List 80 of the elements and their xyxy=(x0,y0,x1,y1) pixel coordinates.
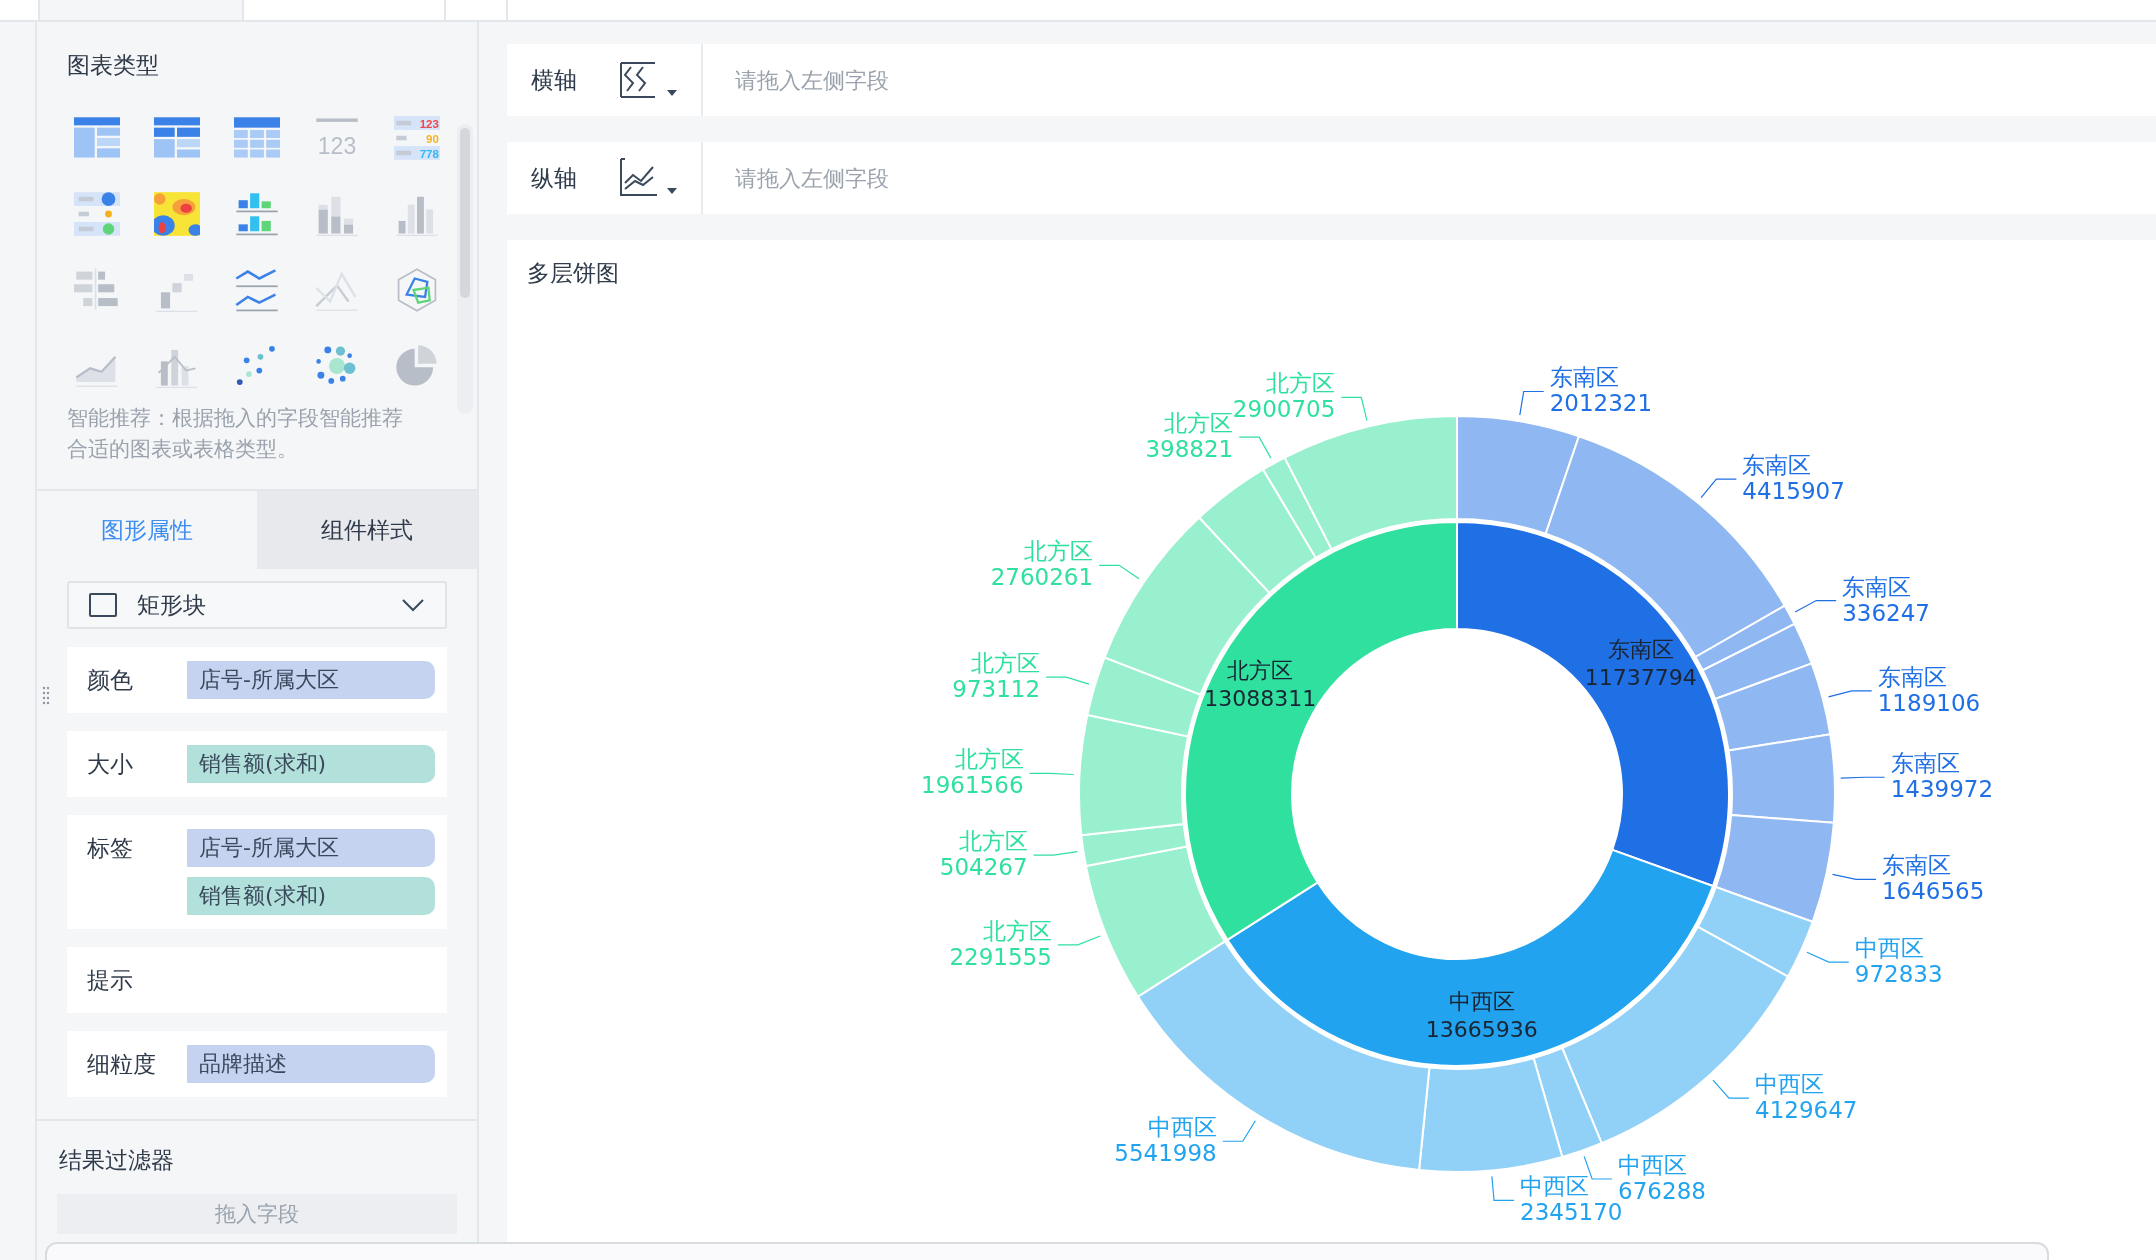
multi-line-icon[interactable] xyxy=(234,267,280,313)
outer-ring-segment[interactable] xyxy=(1694,604,1796,672)
segment-label: 北方区 2291555 xyxy=(949,917,1052,970)
segment-label: 东南区 4415907 xyxy=(1742,452,1845,505)
segment-label: 北方区 973112 xyxy=(952,650,1041,703)
leader-line xyxy=(1340,396,1368,422)
property-tab[interactable]: 组件样式 xyxy=(257,491,477,569)
leader-line xyxy=(1519,390,1545,416)
inner-ring-segment[interactable] xyxy=(1226,848,1714,1067)
section-title: 结果过滤器 xyxy=(58,1146,175,1175)
leader-line xyxy=(1491,1175,1515,1201)
recommendation-hint: 智能推荐：根据拖入的字段智能推荐合适的图表或表格类型。 xyxy=(66,405,404,463)
drag-handle-icon[interactable] xyxy=(42,686,50,706)
leader-line xyxy=(1238,436,1272,459)
property-label: 大小 xyxy=(87,750,134,779)
leader-line xyxy=(1840,776,1886,779)
scrollbar[interactable] xyxy=(457,124,473,414)
property-label: 提示 xyxy=(87,966,134,995)
leader-line xyxy=(1831,873,1877,880)
segment-label: 北方区 398821 xyxy=(1145,410,1234,463)
dot-list-icon[interactable] xyxy=(74,191,120,237)
property-label: 颜色 xyxy=(87,666,134,695)
segment-label: 中西区 4129647 xyxy=(1755,1071,1858,1124)
heatmap-icon[interactable] xyxy=(154,191,200,237)
segment-label: 中西区 972833 xyxy=(1854,935,1943,988)
inner-ring-segment[interactable] xyxy=(1184,521,1458,941)
horizontal-bar-icon[interactable] xyxy=(74,267,120,313)
section-title: 图表类型 xyxy=(66,51,160,80)
outer-ring-segment[interactable] xyxy=(1727,733,1836,824)
leader-line xyxy=(1028,772,1075,776)
field-pill[interactable]: 品牌描述 xyxy=(187,1045,435,1083)
axis-label: 横轴 xyxy=(531,65,578,95)
cross-table-icon[interactable] xyxy=(154,115,200,161)
leader-line xyxy=(1806,951,1850,963)
segment-label: 东南区 1646565 xyxy=(1881,852,1985,905)
segment-label: 东南区 1439972 xyxy=(1890,750,1994,803)
segment-label: 北方区 2900705 xyxy=(1232,370,1336,423)
field-pill[interactable]: 店号-所属大区 xyxy=(187,661,435,699)
outer-ring-segment[interactable] xyxy=(1714,814,1835,923)
field-pill[interactable]: 销售额(求和) xyxy=(187,745,435,783)
segment-label: 北方区 2760261 xyxy=(990,538,1094,591)
segment-label: 东南区 1189106 xyxy=(1877,663,1981,716)
leader-line xyxy=(1827,690,1873,698)
mark-type-dropdown[interactable]: 矩形块 xyxy=(67,581,447,629)
leader-line xyxy=(1057,935,1101,946)
leader-line xyxy=(1222,1120,1256,1142)
property-label: 细粒度 xyxy=(87,1050,157,1079)
segment-label: 东南区 336247 xyxy=(1842,573,1930,626)
leader-line xyxy=(1033,850,1078,856)
field-pill[interactable]: 店号-所属大区 xyxy=(187,829,435,867)
leader-line xyxy=(1712,1079,1750,1099)
axis-label: 纵轴 xyxy=(531,163,578,193)
rectangle-icon xyxy=(89,593,117,617)
outer-ring-segment[interactable] xyxy=(1456,415,1580,535)
segment-label: 东南区 11737794 xyxy=(1584,636,1697,690)
detail-table-icon[interactable] xyxy=(234,115,280,161)
outer-ring-segment[interactable] xyxy=(1714,662,1832,752)
leader-line xyxy=(1045,676,1090,685)
leader-line xyxy=(1700,478,1737,499)
segment-label: 中西区 5541998 xyxy=(1114,1114,1217,1167)
property-label: 标签 xyxy=(87,834,134,863)
dropdown-value: 矩形块 xyxy=(137,590,207,620)
axis-drop-field[interactable]: 请拖入左侧字段 xyxy=(733,164,1337,192)
outer-ring-segment[interactable] xyxy=(1696,886,1814,978)
segment-label: 北方区 13088311 xyxy=(1204,657,1317,711)
segment-label: 中西区 13665936 xyxy=(1425,989,1538,1043)
chevron-down-icon xyxy=(401,598,425,612)
leader-line xyxy=(1794,599,1837,613)
leader-line xyxy=(1098,564,1140,580)
outer-ring-segment[interactable] xyxy=(1701,622,1813,700)
axis-drop-field[interactable]: 请拖入左侧字段 xyxy=(733,66,1337,94)
grouped-table-icon[interactable] xyxy=(74,115,120,161)
segment-label: 北方区 1961566 xyxy=(921,746,1024,799)
chart-title: 多层饼图 xyxy=(527,259,620,288)
grouped-bar-icon[interactable] xyxy=(234,191,280,237)
segment-label: 北方区 504267 xyxy=(939,828,1028,881)
inner-ring-segment[interactable] xyxy=(1456,521,1730,888)
field-pill[interactable]: 销售额(求和) xyxy=(187,877,435,915)
pie-chart-icon[interactable] xyxy=(394,343,440,389)
segment-label: 东南区 2012321 xyxy=(1549,364,1653,417)
